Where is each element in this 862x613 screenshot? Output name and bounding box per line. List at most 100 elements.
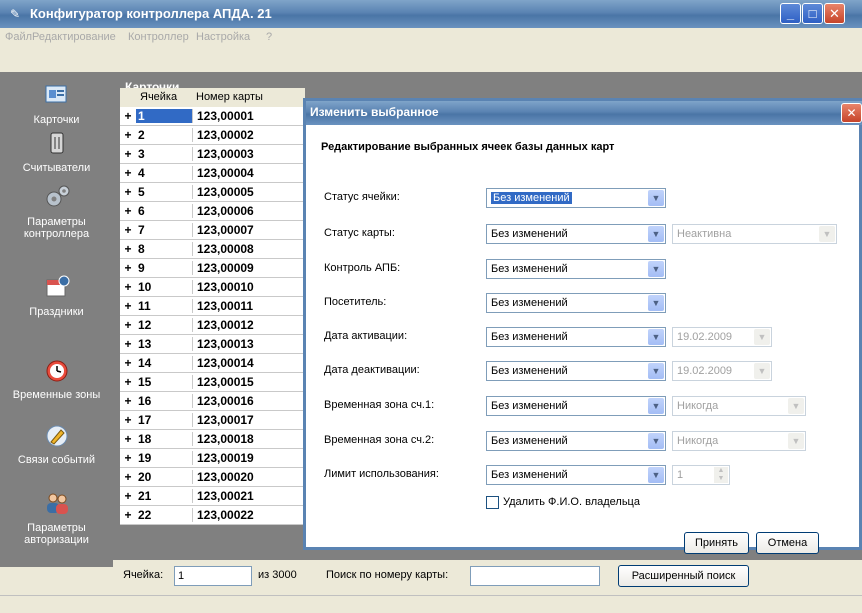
menu-edit[interactable]: Редактирование xyxy=(32,31,116,43)
chevron-down-icon[interactable]: ▼ xyxy=(788,398,804,414)
expand-row-icon[interactable]: + xyxy=(120,299,136,313)
maximize-button[interactable]: □ xyxy=(802,3,823,24)
title-bar[interactable]: ✎ Конфигуратор контроллера АПДА. 21 _ □ … xyxy=(0,0,862,28)
sidebar-item-readers[interactable]: Считыватели xyxy=(0,130,113,174)
table-row[interactable]: +4 123,00004 xyxy=(120,164,305,183)
card-status-select[interactable]: Неактивна ▼ xyxy=(672,224,837,244)
chevron-down-icon[interactable]: ▼ xyxy=(819,226,835,242)
table-row[interactable]: +7 123,00007 xyxy=(120,221,305,240)
chevron-down-icon[interactable]: ▼ xyxy=(754,329,770,345)
menu-file[interactable]: Файл xyxy=(5,31,32,43)
expand-row-icon[interactable]: + xyxy=(120,318,136,332)
sidebar-item-auth-params[interactable]: Параметры авторизации xyxy=(0,490,113,546)
expand-row-icon[interactable]: + xyxy=(120,166,136,180)
spin-arrows-icon[interactable]: ▲ ▼ xyxy=(714,467,728,483)
table-row[interactable]: +15 123,00015 xyxy=(120,373,305,392)
chevron-down-icon[interactable]: ▼ xyxy=(648,329,664,345)
table-row[interactable]: +20 123,00020 xyxy=(120,468,305,487)
chevron-down-icon[interactable]: ▼ xyxy=(648,363,664,379)
expand-row-icon[interactable]: + xyxy=(120,280,136,294)
expand-row-icon[interactable]: + xyxy=(120,147,136,161)
close-button[interactable]: ✕ xyxy=(824,3,845,24)
chevron-down-icon[interactable]: ▼ xyxy=(648,398,664,414)
minimize-button[interactable]: _ xyxy=(780,3,801,24)
search-card-input[interactable] xyxy=(470,566,600,586)
chevron-down-icon[interactable]: ▼ xyxy=(754,363,770,379)
table-row[interactable]: +22 123,00022 xyxy=(120,506,305,525)
table-row[interactable]: +11 123,00011 xyxy=(120,297,305,316)
table-row[interactable]: +16 123,00016 xyxy=(120,392,305,411)
column-header-cell[interactable]: Ячейка xyxy=(140,91,177,103)
table-row[interactable]: +1 123,00001 xyxy=(120,107,305,126)
chevron-down-icon[interactable]: ▼ xyxy=(648,261,664,277)
field-select[interactable]: Без изменений ▼ xyxy=(486,396,666,416)
field-select[interactable]: Без изменений ▼ xyxy=(486,327,666,347)
field-select[interactable]: Без изменений ▼ xyxy=(486,465,666,485)
table-row[interactable]: +17 123,00017 xyxy=(120,411,305,430)
expand-row-icon[interactable]: + xyxy=(120,242,136,256)
table-row[interactable]: +14 123,00014 xyxy=(120,354,305,373)
table-row[interactable]: +19 123,00019 xyxy=(120,449,305,468)
expand-row-icon[interactable]: + xyxy=(120,413,136,427)
sidebar-item-event-links[interactable]: Связи событий xyxy=(0,422,113,466)
field-select[interactable]: Без изменений ▼ xyxy=(486,293,666,313)
table-row[interactable]: +2 123,00002 xyxy=(120,126,305,145)
expand-row-icon[interactable]: + xyxy=(120,470,136,484)
table-row[interactable]: +18 123,00018 xyxy=(120,430,305,449)
table-row[interactable]: +3 123,00003 xyxy=(120,145,305,164)
expand-row-icon[interactable]: + xyxy=(120,432,136,446)
expand-row-icon[interactable]: + xyxy=(120,489,136,503)
date-picker[interactable]: 19.02.2009 ▼ xyxy=(672,361,772,381)
dialog-title-bar[interactable]: Изменить выбранное ✕ xyxy=(306,101,862,125)
chevron-down-icon[interactable]: ▼ xyxy=(788,433,804,449)
menu-settings[interactable]: Настройка xyxy=(196,31,250,43)
sidebar-item-controller-params[interactable]: Параметры контроллера xyxy=(0,184,113,240)
field-select[interactable]: Без изменений ▼ xyxy=(486,259,666,279)
expand-row-icon[interactable]: + xyxy=(120,128,136,142)
field-select[interactable]: Без изменений ▼ xyxy=(486,361,666,381)
field-select[interactable]: Без изменений ▼ xyxy=(486,224,666,244)
dialog-close-icon[interactable]: ✕ xyxy=(841,103,862,123)
expand-row-icon[interactable]: + xyxy=(120,185,136,199)
table-row[interactable]: +5 123,00005 xyxy=(120,183,305,202)
menu-controller[interactable]: Контроллер xyxy=(128,31,189,43)
expand-row-icon[interactable]: + xyxy=(120,337,136,351)
table-row[interactable]: +6 123,00006 xyxy=(120,202,305,221)
expand-row-icon[interactable]: + xyxy=(120,109,136,123)
chevron-down-icon[interactable]: ▼ xyxy=(648,467,664,483)
field-select[interactable]: Без изменений ▼ xyxy=(486,188,666,208)
chevron-down-icon[interactable]: ▼ xyxy=(648,433,664,449)
menu-help[interactable]: ? xyxy=(266,31,272,43)
advanced-search-button[interactable]: Расширенный поиск xyxy=(618,565,749,587)
chevron-down-icon[interactable]: ▼ xyxy=(648,190,664,206)
sidebar-item-time-zones[interactable]: Временные зоны xyxy=(0,357,113,401)
cancel-button[interactable]: Отмена xyxy=(756,532,819,554)
expand-row-icon[interactable]: + xyxy=(120,223,136,237)
expand-row-icon[interactable]: + xyxy=(120,375,136,389)
usage-limit-stepper[interactable]: 1 ▲ ▼ xyxy=(672,465,730,485)
field-select[interactable]: Без изменений ▼ xyxy=(486,431,666,451)
accept-button[interactable]: Принять xyxy=(684,532,749,554)
time-zone-select[interactable]: Никогда ▼ xyxy=(672,396,806,416)
table-row[interactable]: +9 123,00009 xyxy=(120,259,305,278)
date-picker[interactable]: 19.02.2009 ▼ xyxy=(672,327,772,347)
time-zone-select[interactable]: Никогда ▼ xyxy=(672,431,806,451)
expand-row-icon[interactable]: + xyxy=(120,508,136,522)
expand-row-icon[interactable]: + xyxy=(120,204,136,218)
sidebar-item-holidays[interactable]: Праздники xyxy=(0,274,113,318)
table-row[interactable]: +10 123,00010 xyxy=(120,278,305,297)
expand-row-icon[interactable]: + xyxy=(120,451,136,465)
chevron-down-icon[interactable]: ▼ xyxy=(648,295,664,311)
expand-row-icon[interactable]: + xyxy=(120,394,136,408)
delete-owner-checkbox[interactable] xyxy=(486,496,499,509)
expand-row-icon[interactable]: + xyxy=(120,356,136,370)
cell-number-input[interactable]: 1 xyxy=(174,566,252,586)
table-row[interactable]: +8 123,00008 xyxy=(120,240,305,259)
chevron-down-icon[interactable]: ▼ xyxy=(648,226,664,242)
table-row[interactable]: +13 123,00013 xyxy=(120,335,305,354)
column-header-card-number[interactable]: Номер карты xyxy=(196,91,263,103)
table-row[interactable]: +12 123,00012 xyxy=(120,316,305,335)
expand-row-icon[interactable]: + xyxy=(120,261,136,275)
table-row[interactable]: +21 123,00021 xyxy=(120,487,305,506)
sidebar-item-cards[interactable]: Карточки xyxy=(0,82,113,126)
